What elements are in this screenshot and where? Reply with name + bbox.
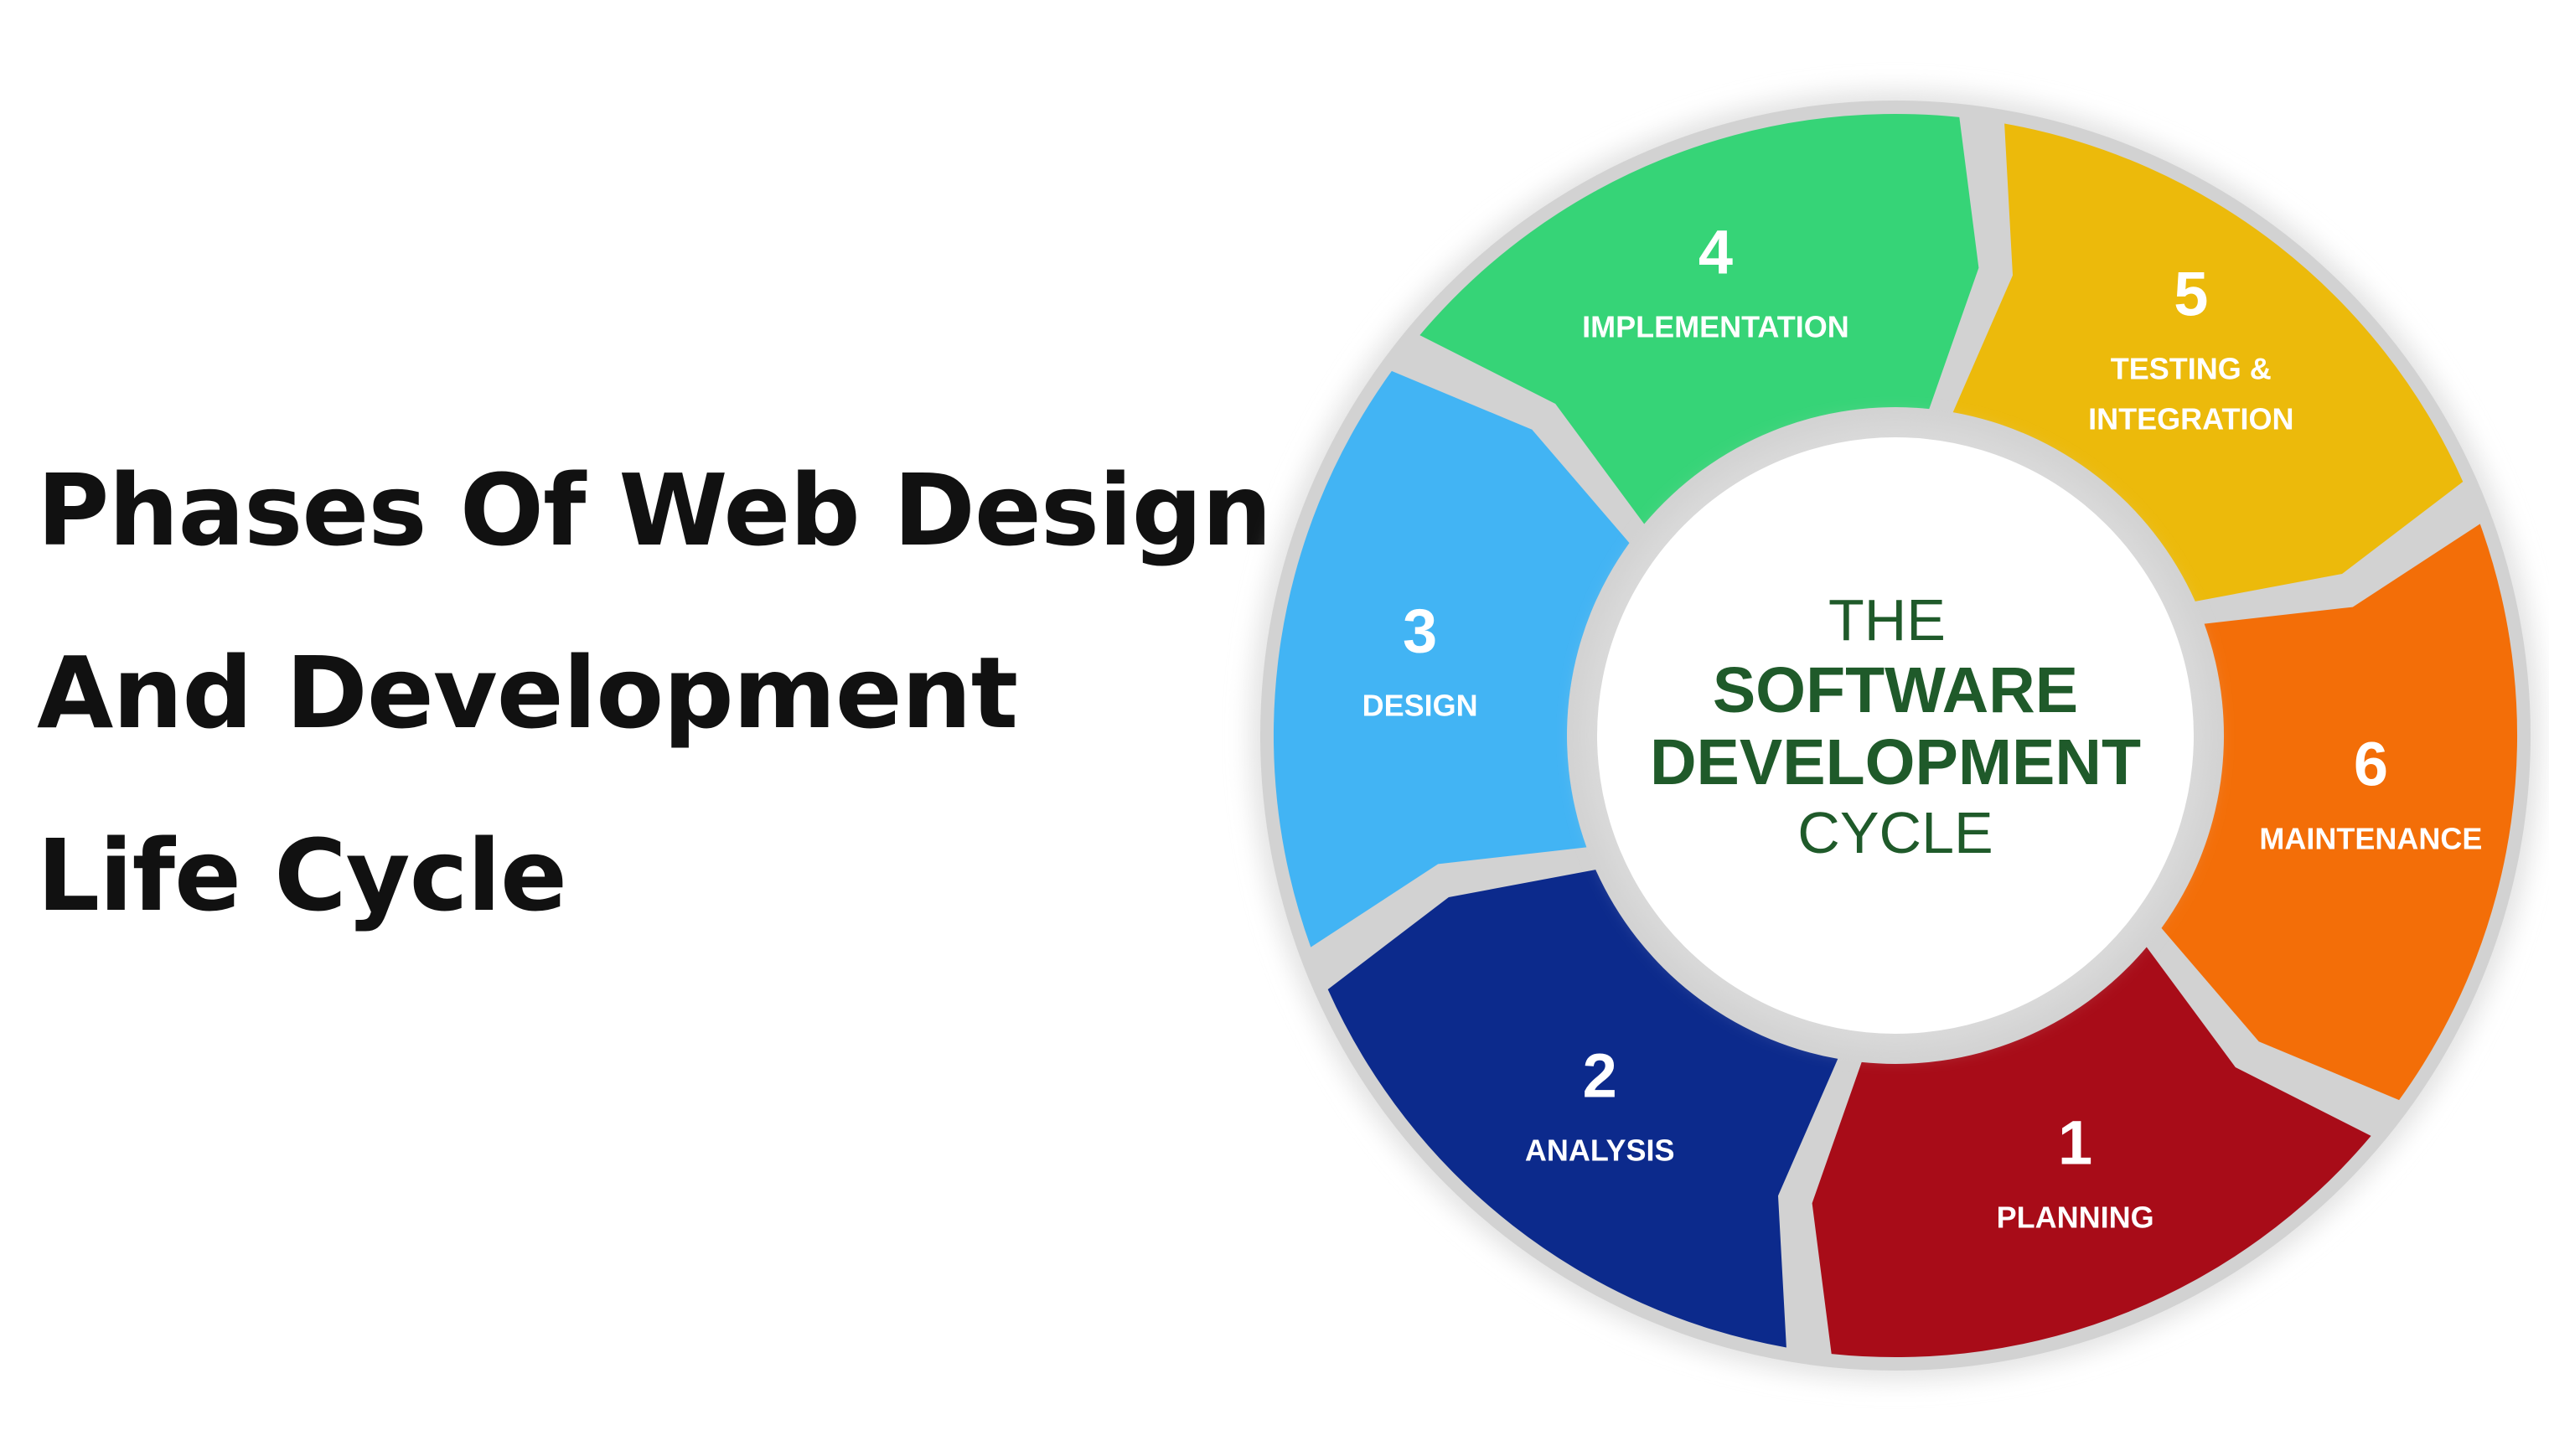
- phase-label-implementation: IMPLEMENTATION: [1582, 310, 1849, 344]
- phase-label-design: DESIGN: [1362, 688, 1478, 722]
- sdlc-cycle-diagram: 1 PLANNING 2 ANALYSIS 3 DESIGN 4 IMPLEMENTATION…: [1250, 90, 2541, 1381]
- center-title-cycle: CYCLE: [1797, 800, 1993, 865]
- phase-number-testing-integration: 5: [2174, 260, 2208, 329]
- phase-label-testing-integration-line-2: INTEGRATION: [2088, 402, 2293, 436]
- phase-number-analysis: 2: [1583, 1041, 1617, 1111]
- phase-number-planning: 1: [2058, 1107, 2092, 1177]
- phase-number-design: 3: [1403, 596, 1437, 665]
- phase-label-testing-integration-line-1: TESTING &: [2111, 352, 2272, 386]
- phase-label-maintenance: MAINTENANCE: [2259, 822, 2482, 856]
- phase-label-analysis: ANALYSIS: [1525, 1133, 1675, 1168]
- phase-number-maintenance: 6: [2354, 730, 2388, 799]
- center-title-the: THE: [1828, 587, 1946, 653]
- phase-label-planning: PLANNING: [1997, 1200, 2154, 1234]
- phase-number-implementation: 4: [1698, 218, 1733, 287]
- center-title-software: SOFTWARE: [1713, 654, 2078, 726]
- center-title-development: DEVELOPMENT: [1650, 726, 2141, 798]
